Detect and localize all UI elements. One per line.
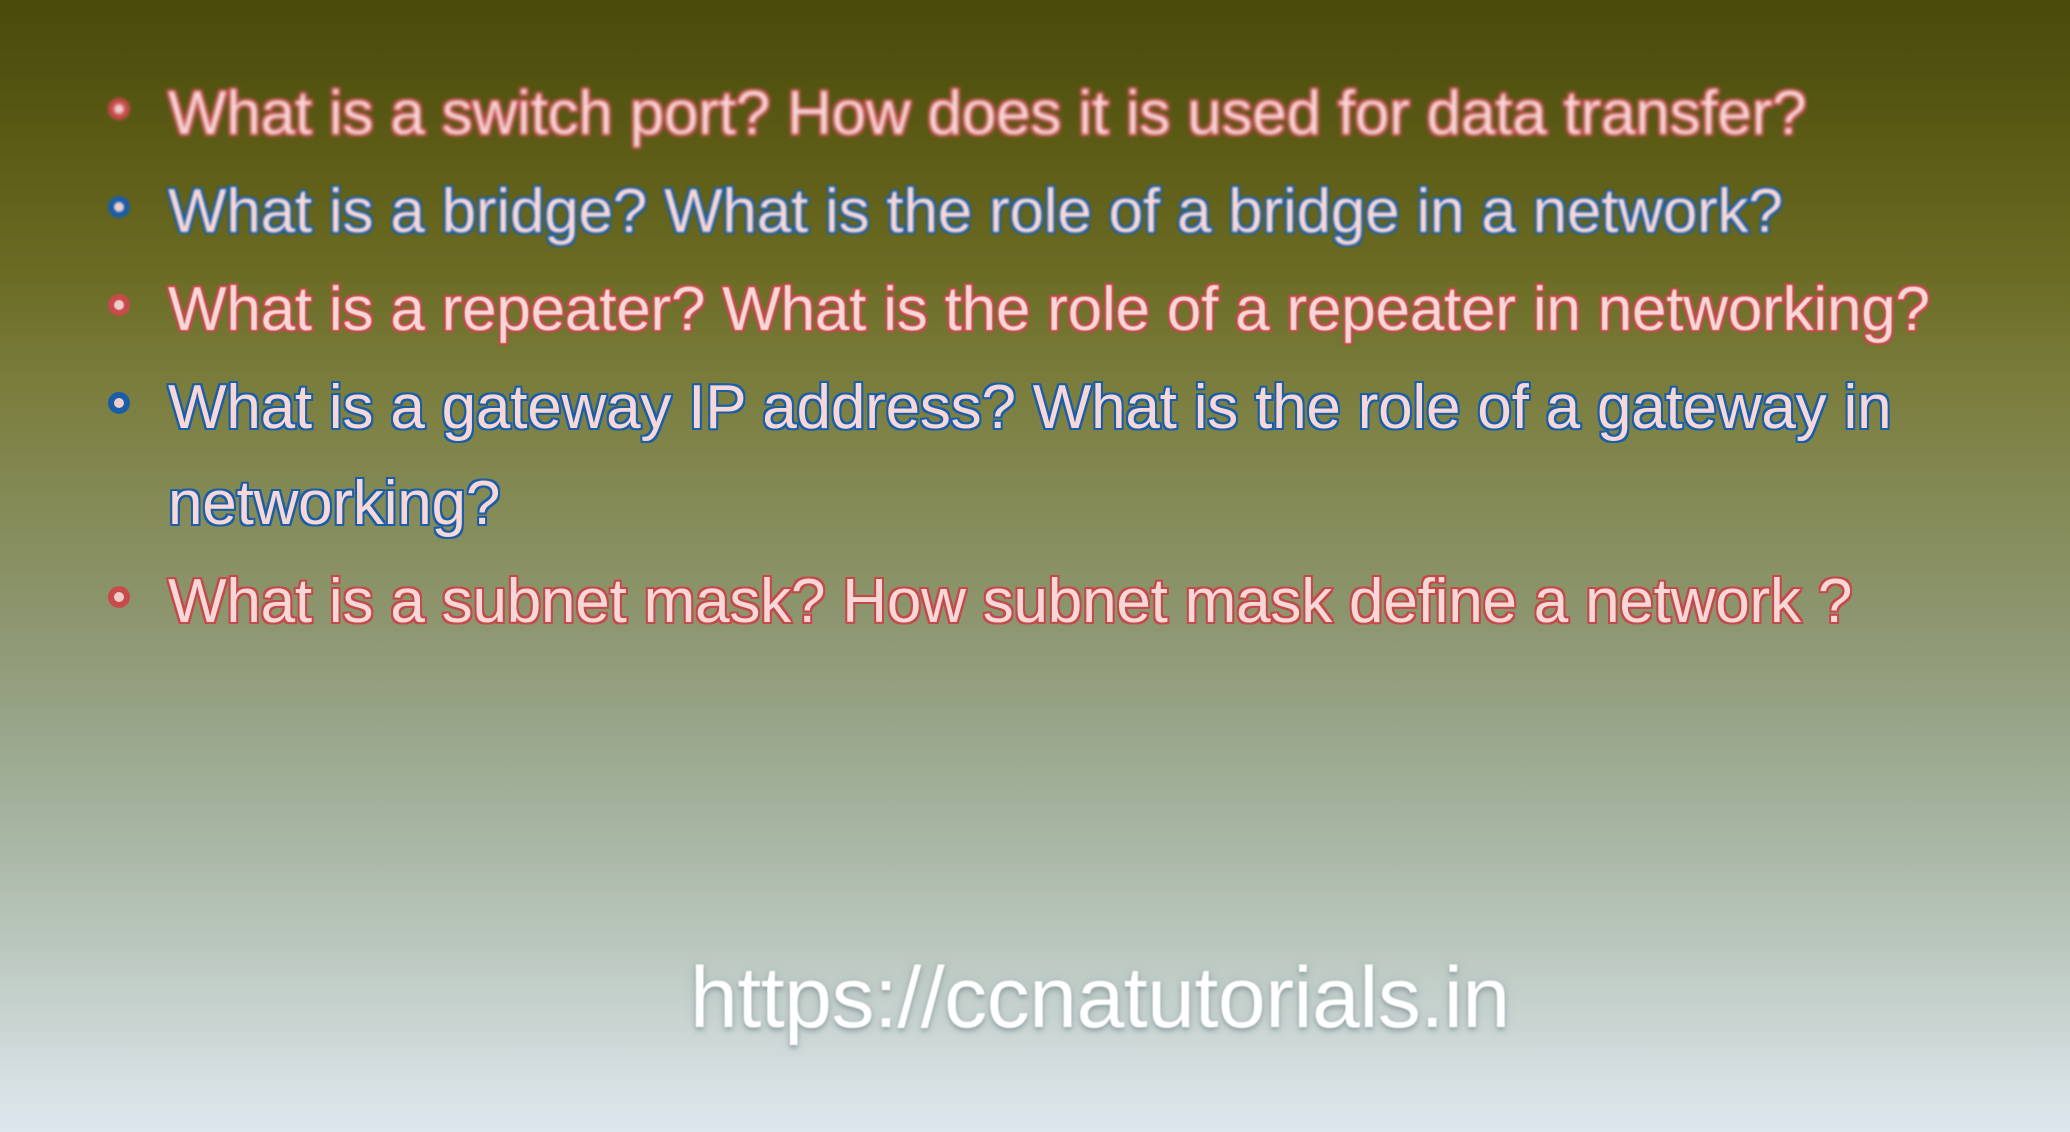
filled-circle-bullet-icon — [108, 586, 130, 608]
bullet-text: What is a switch port? How does it is us… — [167, 78, 1809, 150]
list-item: What is a repeater? What is the role of … — [0, 262, 2070, 358]
bullet-text: What is a gateway IP address? What is th… — [167, 372, 1894, 540]
list-item: What is a switch port? How does it is us… — [0, 66, 2070, 162]
slide-canvas: What is a switch port? How does it is us… — [0, 0, 2070, 1132]
bullet-text: What is a bridge? What is the role of a … — [167, 176, 1785, 248]
list-item: What is a gateway IP address? What is th… — [0, 360, 2070, 552]
watermark: https://ccnatutorials.in — [690, 950, 1510, 1046]
list-item: What is a bridge? What is the role of a … — [0, 164, 2070, 260]
filled-circle-bullet-icon — [108, 392, 130, 414]
bullet-text: What is a repeater? What is the role of … — [167, 274, 1932, 346]
filled-circle-bullet-icon — [108, 294, 130, 316]
bullet-list: What is a switch port? How does it is us… — [0, 66, 2070, 652]
filled-circle-bullet-icon — [108, 98, 130, 120]
filled-circle-bullet-icon — [108, 196, 130, 218]
list-item: What is a subnet mask? How subnet mask d… — [0, 554, 2070, 650]
bullet-text: What is a subnet mask? How subnet mask d… — [167, 566, 1854, 638]
